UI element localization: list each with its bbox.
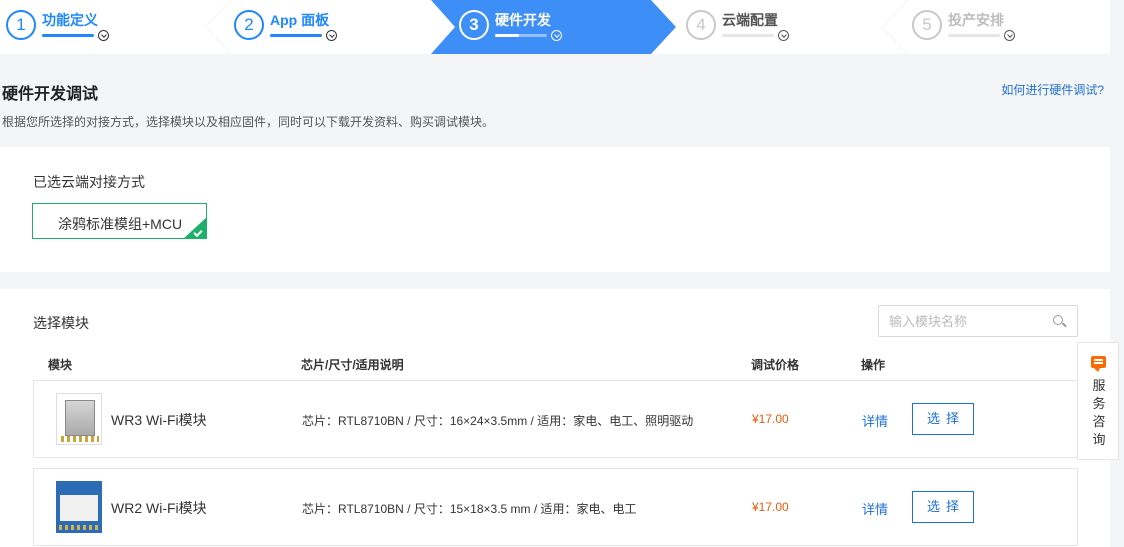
module-spec: 芯片：RTL8710BN / 尺寸：16×24×3.5mm / 适用：家电、电工… <box>302 414 694 428</box>
page-subtitle: 根据您所选择的对接方式，选择模块以及相应固件，同时可以下载开发资料、购买调试模块… <box>2 115 495 129</box>
step-label: 硬件开发 <box>495 12 551 28</box>
step-number: 3 <box>459 10 489 40</box>
section-title: 选择模块 <box>33 315 89 331</box>
step-separator <box>882 0 908 54</box>
step-production[interactable]: 5 投产安排 <box>906 0 1106 54</box>
page-title: 硬件开发调试 <box>2 86 99 103</box>
step-function-definition[interactable]: 1 功能定义 <box>0 0 205 54</box>
hardware-debug-help-link[interactable]: 如何进行硬件调试? <box>1001 81 1104 98</box>
step-number: 4 <box>686 10 716 40</box>
module-search-input[interactable] <box>889 312 1049 330</box>
column-header-action: 操作 <box>861 358 886 372</box>
cloud-method-card: 已选云端对接方式 涂鸦标准模组+MCU <box>0 147 1110 272</box>
chevron-down-icon[interactable] <box>778 30 789 41</box>
chevron-down-icon[interactable] <box>1004 30 1015 41</box>
chevron-down-icon[interactable] <box>326 30 337 41</box>
service-label: 服务咨询 <box>1092 378 1106 447</box>
step-progress-bar: 1 功能定义 2 App 面板 3 硬件开发 4 云端配置 5 投产安排 <box>0 0 1110 54</box>
table-row: WR3 Wi-Fi模块 芯片：RTL8710BN / 尺寸：16×24×3.5m… <box>33 380 1078 458</box>
select-button[interactable]: 选择 <box>912 403 974 435</box>
step-progress <box>495 34 519 37</box>
table-row: WR2 Wi-Fi模块 芯片：RTL8710BN / 尺寸：15×18×3.5 … <box>33 468 1078 546</box>
chevron-down-icon[interactable] <box>98 30 109 41</box>
step-progress <box>42 34 94 37</box>
detail-link[interactable]: 详情 <box>862 411 888 430</box>
module-price: ¥17.00 <box>752 412 789 426</box>
module-image <box>56 481 102 533</box>
module-search <box>878 305 1078 337</box>
column-header-spec: 芯片/尺寸/适用说明 <box>301 358 404 372</box>
module-spec: 芯片：RTL8710BN / 尺寸：15×18×3.5 mm / 适用：家电、电… <box>302 502 637 516</box>
chevron-down-icon[interactable] <box>551 30 562 41</box>
service-consult-widget[interactable]: 服务咨询 <box>1077 342 1119 460</box>
module-name: WR3 Wi-Fi模块 <box>111 412 207 428</box>
search-icon[interactable] <box>1053 315 1063 325</box>
column-header-price: 调试价格 <box>751 358 800 372</box>
step-number: 1 <box>6 10 36 40</box>
step-progress <box>270 34 322 37</box>
step-number: 2 <box>234 10 264 40</box>
step-label: 投产安排 <box>948 12 1004 28</box>
select-button[interactable]: 选择 <box>912 491 974 523</box>
section-title: 已选云端对接方式 <box>33 174 145 190</box>
step-label: App 面板 <box>270 12 330 28</box>
step-progress <box>948 34 1000 37</box>
module-name: WR2 Wi-Fi模块 <box>111 500 207 516</box>
method-label: 涂鸦标准模组+MCU <box>58 216 183 232</box>
step-cloud-config[interactable]: 4 云端配置 <box>680 0 880 54</box>
selected-method-option[interactable]: 涂鸦标准模组+MCU <box>32 203 207 239</box>
step-label: 功能定义 <box>42 12 98 28</box>
chat-icon <box>1091 356 1106 372</box>
column-header-module: 模块 <box>48 358 73 372</box>
module-selection-card: 选择模块 模块 芯片/尺寸/适用说明 调试价格 操作 WR3 Wi-Fi模块 芯… <box>0 289 1110 547</box>
step-label: 云端配置 <box>722 12 778 28</box>
module-price: ¥17.00 <box>752 500 789 514</box>
module-image <box>56 393 102 445</box>
step-hardware-development[interactable]: 3 硬件开发 <box>453 0 653 54</box>
step-app-panel[interactable]: 2 App 面板 <box>228 0 428 54</box>
detail-link[interactable]: 详情 <box>862 499 888 518</box>
step-number: 5 <box>912 10 942 40</box>
step-progress <box>722 34 774 37</box>
